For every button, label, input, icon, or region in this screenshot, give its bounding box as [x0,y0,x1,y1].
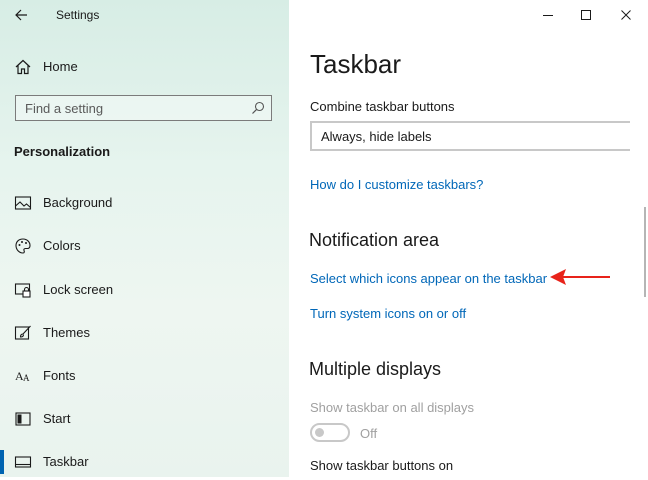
title-bar: Settings [0,0,289,30]
picture-icon [14,196,32,210]
customize-link[interactable]: How do I customize taskbars? [310,177,483,192]
toggle-state: Off [360,426,378,441]
sidebar-item-fonts[interactable]: A A Fonts [0,358,289,394]
sidebar-item-label: Taskbar [43,454,89,469]
scrollbar[interactable] [644,207,646,297]
sidebar-item-start[interactable]: Start [0,401,289,437]
annotation-arrow-icon [550,269,610,285]
home-icon [15,59,31,75]
sidebar-item-label: Colors [43,238,81,253]
start-icon [15,412,31,426]
sidebar-item-label: Fonts [43,368,76,383]
sidebar-item-lock-screen[interactable]: Lock screen [0,272,289,308]
sidebar-item-taskbar[interactable]: Taskbar [0,444,289,480]
section-heading: Personalization [14,144,111,159]
select-icons-link[interactable]: Select which icons appear on the taskbar [310,271,547,286]
palette-icon [15,238,31,254]
sidebar-item-label: Start [43,411,71,426]
sidebar-item-label: Themes [43,325,90,340]
multiple-displays-heading: Multiple displays [309,359,442,379]
combine-value: Always, hide labels [321,129,432,144]
maximize-icon [581,10,591,20]
nav-home[interactable]: Home [0,50,289,82]
maximize-button[interactable] [564,0,608,30]
lock-screen-icon [14,283,31,298]
show-buttons-on-label: Show taskbar buttons on [310,458,454,473]
show-all-displays-toggle[interactable] [310,423,350,442]
brush-icon [14,325,31,340]
search-input[interactable]: Find a setting [15,95,272,121]
show-all-displays-label: Show taskbar on all displays [310,400,475,415]
main-content: Taskbar Combine taskbar buttons Always, … [289,0,648,477]
sidebar-item-label: Background [43,195,113,210]
svg-text:A: A [23,373,30,383]
toggle-knob [315,428,324,437]
close-button[interactable] [604,0,648,30]
page-title: Taskbar [310,49,402,79]
active-indicator [0,450,4,474]
search-icon[interactable] [251,101,265,115]
nav-home-label: Home [43,59,78,74]
back-button[interactable] [12,6,34,24]
sidebar-item-label: Lock screen [43,282,114,297]
taskbar-icon [14,456,32,468]
notification-heading: Notification area [309,230,440,250]
system-icons-link[interactable]: Turn system icons on or off [310,306,466,321]
combine-label: Combine taskbar buttons [310,99,455,114]
font-icon: A A [15,369,30,383]
search-placeholder: Find a setting [25,101,104,116]
close-icon [621,10,631,20]
combine-dropdown[interactable]: Always, hide labels [310,121,630,151]
sidebar-item-themes[interactable]: Themes [0,315,289,351]
app-title: Settings [56,8,100,22]
sidebar: Settings Home Find a setting Personaliza… [0,0,289,477]
back-arrow-icon [15,9,27,21]
sidebar-item-colors[interactable]: Colors [0,228,289,264]
sidebar-item-background[interactable]: Background [0,185,289,221]
